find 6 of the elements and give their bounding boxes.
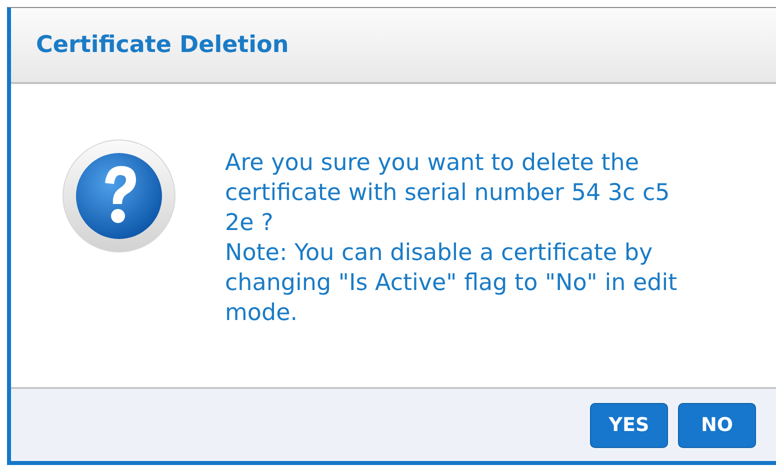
- dialog-button[interactable]: NO: [678, 402, 756, 448]
- dialog-button[interactable]: YES: [590, 402, 668, 448]
- message-text: Are you sure you want to delete the certificate with serial number 54 3c c5 2e ?: [225, 149, 671, 238]
- message-text: Note: You can disable a certificate by changing "Is Active" flag to "No" in edit mode.: [225, 239, 678, 328]
- question-icon: [61, 138, 177, 254]
- dialog-title: Certificate Deletion: [36, 32, 289, 58]
